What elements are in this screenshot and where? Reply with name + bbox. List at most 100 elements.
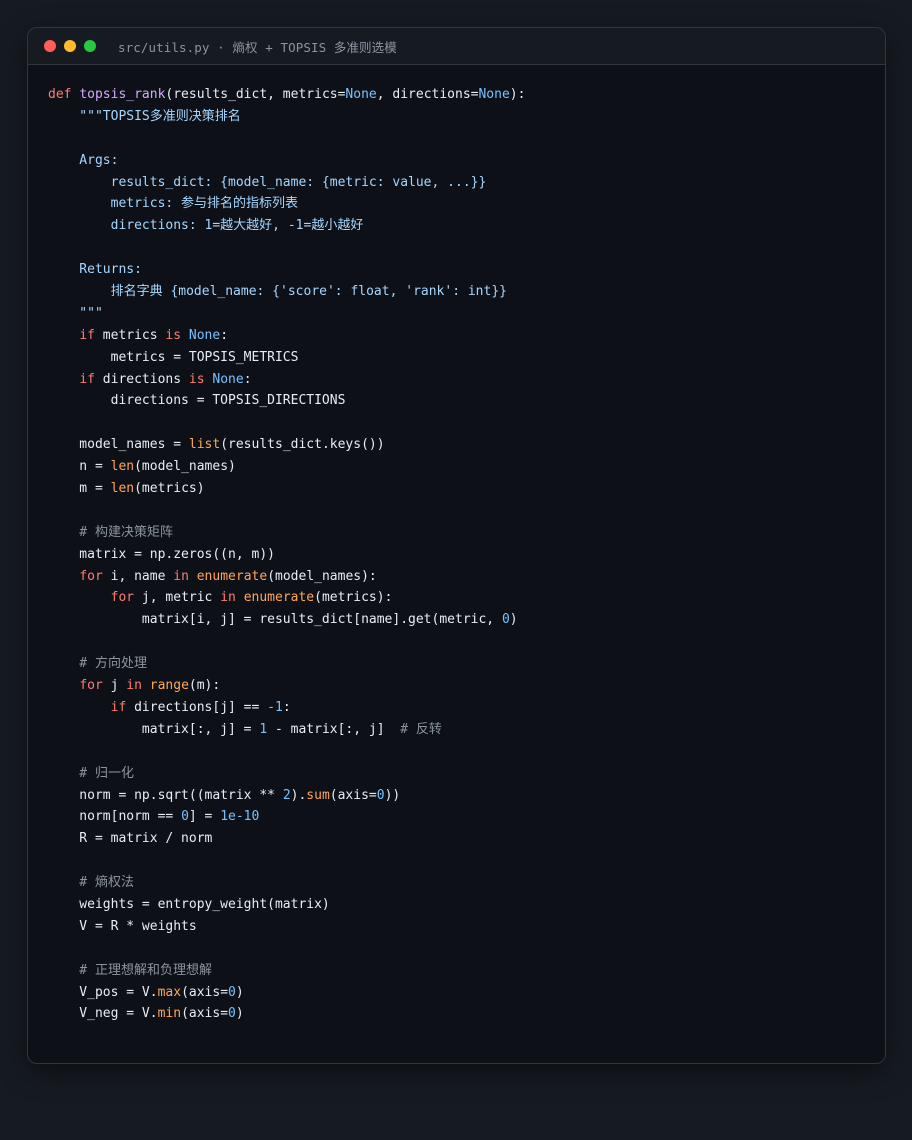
code-token: None: [478, 87, 510, 102]
code-token: :: [220, 327, 229, 343]
code-token: (results_dict.keys()): [220, 437, 385, 453]
code-token: # 构建决策矩阵: [48, 524, 173, 540]
code-token: metrics: 参与排名的指标列表: [48, 196, 299, 212]
code-token: 1: [259, 721, 268, 737]
code-line: model_names = list(results_dict.keys()): [48, 434, 885, 456]
code-line: for i, name in enumerate(model_names):: [48, 566, 885, 588]
code-token: ): [509, 612, 518, 628]
code-line: V_pos = V.max(axis=0): [48, 982, 885, 1004]
code-line: # 熵权法: [48, 872, 885, 894]
code-line: for j, metric in enumerate(metrics):: [48, 587, 885, 609]
code-line: if directions is None:: [48, 369, 885, 391]
code-token: is: [188, 371, 205, 387]
code-token: 0: [501, 612, 510, 628]
code-token: norm = np.sqrt((matrix **: [48, 787, 283, 803]
code-token: ): [235, 984, 244, 1000]
code-token: (axis=: [329, 787, 377, 803]
code-token: 2: [282, 787, 291, 803]
code-token: (axis=: [181, 1006, 229, 1022]
code-token: 0: [228, 984, 236, 1000]
code-line: """TOPSIS多准则决策排名: [48, 106, 885, 128]
code-token: (m):: [188, 678, 221, 694]
code-token: directions[j] ==: [126, 699, 268, 715]
code-line: directions: 1=越大越好, -1=越小越好: [48, 215, 885, 237]
code-line: # 归一化: [48, 763, 885, 785]
code-line: V = R * weights: [48, 916, 885, 938]
code-token: metrics = TOPSIS_METRICS: [48, 349, 299, 365]
code-line: def topsis_rank(results_dict, metrics=No…: [48, 84, 885, 106]
code-token: directions = TOPSIS_DIRECTIONS: [48, 393, 346, 409]
code-token: 0: [181, 809, 189, 825]
window-title: src/utils.py · 熵权 + TOPSIS 多准则选模: [118, 39, 397, 55]
code-token: ] =: [188, 809, 221, 825]
maximize-window-button[interactable]: [84, 40, 96, 52]
code-token: max: [157, 984, 182, 1000]
code-token: V = R * weights: [48, 918, 197, 934]
minimize-window-button[interactable]: [64, 40, 76, 52]
code-token: if: [110, 699, 127, 715]
code-line: R = matrix / norm: [48, 828, 885, 850]
code-token: topsis_rank: [79, 87, 166, 102]
code-token: )): [384, 787, 401, 803]
code-line: 排名字典 {model_name: {'score': float, 'rank…: [48, 281, 885, 303]
code-token: directions: [94, 371, 189, 387]
code-token: Returns:: [48, 262, 142, 278]
code-token: if: [79, 371, 95, 387]
code-token: for: [110, 590, 135, 606]
code-token: # 方向处理: [48, 656, 147, 672]
code-token: 排名字典 {model_name: {'score': float, 'rank…: [48, 284, 507, 300]
code-line: matrix = np.zeros((n, m)): [48, 544, 885, 566]
code-token: in: [220, 590, 236, 606]
code-line: metrics = TOPSIS_METRICS: [48, 347, 885, 369]
code-token: V_pos = V.: [48, 984, 158, 1000]
close-window-button[interactable]: [44, 40, 56, 52]
code-token: # 反转: [400, 721, 442, 737]
code-token: weights = entropy_weight(matrix): [48, 896, 330, 912]
code-line: V_neg = V.min(axis=0): [48, 1003, 885, 1025]
code-token: 0: [376, 787, 385, 803]
code-line: norm[norm == 0] = 1e-10: [48, 806, 885, 828]
code-token: """: [48, 305, 103, 321]
code-token: (metrics):: [314, 590, 393, 606]
code-token: list: [188, 437, 221, 453]
code-token: len: [110, 481, 135, 497]
code-token: directions: 1=越大越好, -1=越小越好: [48, 218, 364, 234]
code-line: Returns:: [48, 259, 885, 281]
code-editor[interactable]: def topsis_rank(results_dict, metrics=No…: [28, 65, 885, 1025]
code-line: # 正理想解和负理想解: [48, 960, 885, 982]
code-window: src/utils.py · 熵权 + TOPSIS 多准则选模 def top…: [27, 27, 886, 1064]
code-token: (axis=: [181, 984, 229, 1000]
code-token: matrix[i, j] = results_dict[name].get(me…: [48, 612, 502, 628]
code-line: results_dict: {model_name: {metric: valu…: [48, 172, 885, 194]
code-token: matrix = np.zeros((n, m)): [48, 546, 275, 562]
code-token: n =: [48, 459, 111, 475]
code-line: # 方向处理: [48, 653, 885, 675]
code-token: sum: [306, 787, 330, 803]
code-line: metrics: 参与排名的指标列表: [48, 193, 885, 215]
code-token: # 归一化: [48, 765, 134, 781]
code-token: metrics: [94, 327, 166, 343]
code-token: :: [243, 371, 252, 387]
code-token: 0: [228, 1006, 236, 1022]
code-token: j: [102, 678, 127, 694]
code-line: weights = entropy_weight(matrix): [48, 894, 885, 916]
code-token: i, name: [102, 568, 174, 584]
code-token: Args:: [48, 152, 119, 168]
code-line: """: [48, 303, 885, 325]
code-token: range: [149, 678, 189, 694]
code-token: """TOPSIS多准则决策排名: [48, 108, 241, 124]
code-token: results_dict: {model_name: {metric: valu…: [48, 174, 487, 190]
code-token: 1e-10: [220, 809, 260, 825]
code-token: for: [79, 678, 103, 694]
code-token: is: [165, 327, 182, 343]
code-line: matrix[i, j] = results_dict[name].get(me…: [48, 609, 885, 631]
code-token: def: [48, 87, 72, 102]
code-token: (model_names): [134, 459, 236, 475]
